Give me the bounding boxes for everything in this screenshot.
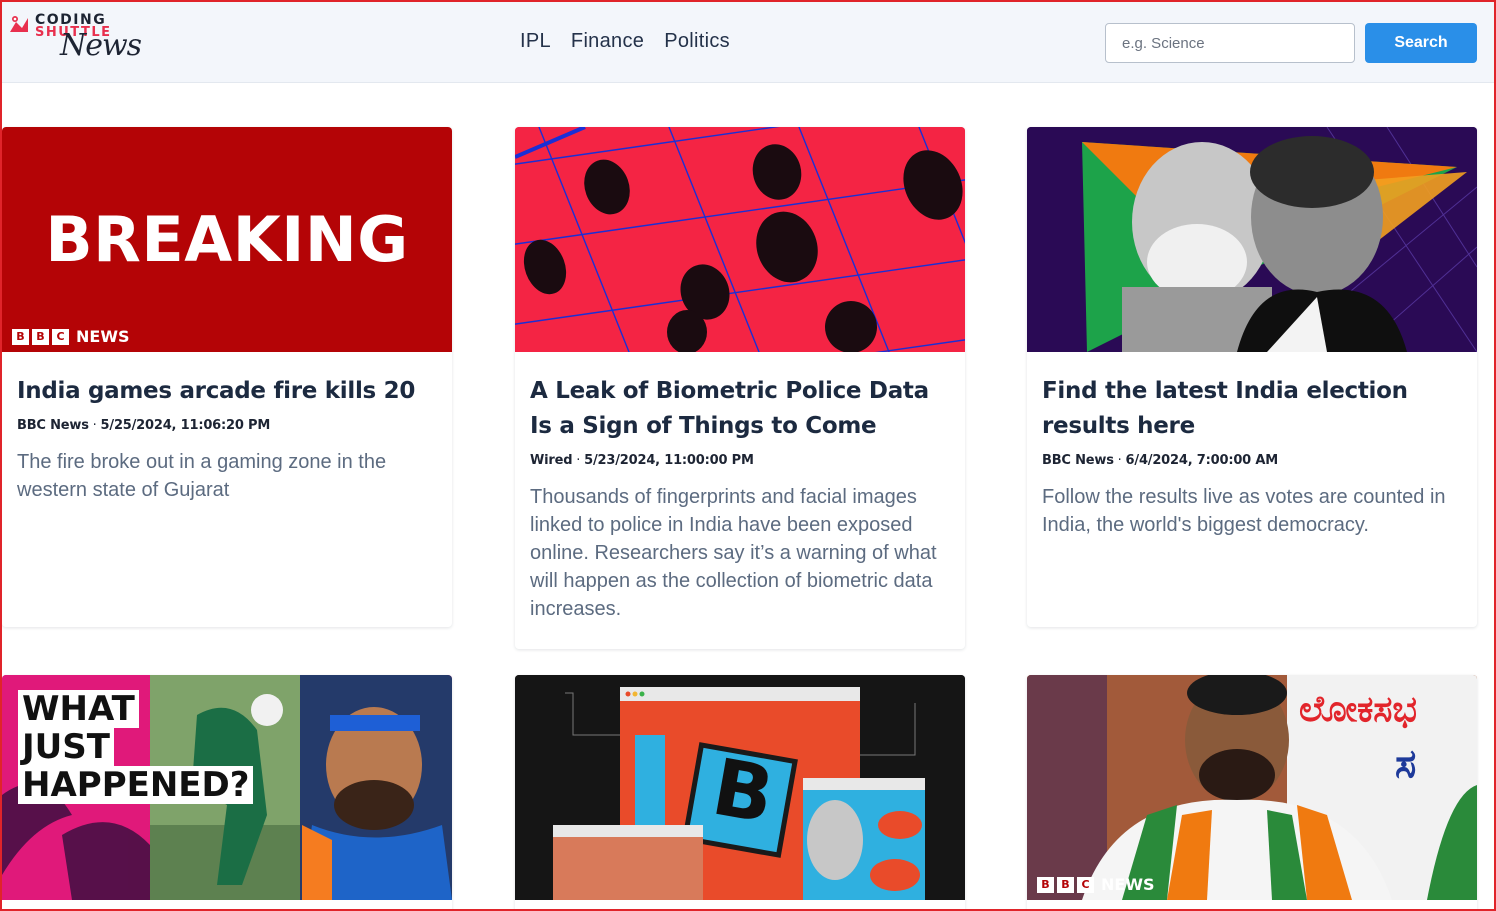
bbc-letter: C — [52, 328, 69, 345]
article-meta: Wired · 5/23/2024, 11:00:00 PM — [530, 453, 754, 468]
article-image — [1027, 127, 1477, 352]
article-title[interactable]: Find the latest India election results h… — [1042, 374, 1462, 444]
article-image: BREAKING B B C NEWS — [2, 127, 452, 352]
article-image: WHAT JUST HAPPENED? — [2, 675, 452, 900]
article-source: BBC News — [17, 418, 89, 433]
news-card[interactable]: A Leak of Biometric Police Data Is a Sig… — [515, 127, 965, 649]
article-date: 5/23/2024, 11:00:00 PM — [584, 453, 754, 468]
banner-text: ಸ — [1395, 741, 1417, 787]
election-leaders-image — [1027, 127, 1477, 352]
article-source: Wired — [530, 453, 573, 468]
article-meta: BBC News · 5/25/2024, 11:06:20 PM — [17, 418, 271, 433]
search-button[interactable]: Search — [1365, 23, 1477, 63]
article-image: ಲೋಕಸಭ ಸ B B C NEWS — [1027, 675, 1477, 900]
article-title[interactable]: A Leak of Biometric Police Data Is a Sig… — [530, 374, 950, 444]
bbc-letter: C — [1077, 876, 1094, 893]
bbc-letter: B — [32, 328, 49, 345]
main-nav: IPL Finance Politics — [520, 30, 730, 53]
article-image: B — [515, 675, 965, 900]
nav-item-finance[interactable]: Finance — [571, 30, 644, 53]
article-meta: BBC News · 6/4/2024, 7:00:00 AM — [1042, 453, 1279, 468]
logo-script: News — [60, 28, 142, 63]
card-body: A Leak of Biometric Police Data Is a Sig… — [515, 352, 965, 639]
nav-item-politics[interactable]: Politics — [664, 30, 730, 53]
nav-item-ipl[interactable]: IPL — [520, 30, 551, 53]
headline-tag: WHAT — [18, 690, 139, 728]
banner-text: ಲೋಕಸಭ — [1299, 689, 1418, 730]
article-date: 6/4/2024, 7:00:00 AM — [1125, 453, 1279, 468]
bbc-news-logo: B B C NEWS — [12, 327, 130, 346]
article-description: Thousands of fingerprints and facial ima… — [530, 486, 937, 620]
article-title[interactable]: India games arcade fire kills 20 — [17, 374, 437, 409]
bbc-letter: B — [1037, 876, 1054, 893]
article-description: The fire broke out in a gaming zone in t… — [17, 451, 387, 501]
site-logo[interactable]: CODING SHUTTLE News — [2, 8, 162, 70]
breaking-text: BREAKING — [45, 203, 409, 276]
bbc-news-word: NEWS — [76, 327, 130, 346]
article-source: BBC News — [1042, 453, 1114, 468]
site-header: CODING SHUTTLE News IPL Finance Politics… — [2, 2, 1494, 83]
bbc-news-logo: B B C NEWS — [1037, 875, 1155, 894]
fingerprint-grid-image — [515, 127, 965, 352]
card-body: Find the latest India election results h… — [1027, 352, 1477, 555]
headline-tag: HAPPENED? — [18, 766, 254, 804]
card-body: India games arcade fire kills 20 BBC New… — [2, 352, 452, 520]
news-card[interactable]: B — [515, 675, 965, 911]
headline-tag: JUST — [18, 728, 114, 766]
logo-mark-icon — [10, 16, 28, 32]
bbc-news-word: NEWS — [1101, 875, 1155, 894]
article-description: Follow the results live as votes are cou… — [1042, 486, 1446, 536]
article-date: 5/25/2024, 11:06:20 PM — [100, 418, 271, 433]
news-card[interactable]: ಲೋಕಸಭ ಸ B B C NEWS — [1027, 675, 1477, 911]
search-input[interactable] — [1105, 23, 1355, 63]
bbc-letter: B — [12, 328, 29, 345]
news-card[interactable]: BREAKING B B C NEWS India games arcade f… — [2, 127, 452, 627]
article-image — [515, 127, 965, 352]
news-card[interactable]: Find the latest India election results h… — [1027, 127, 1477, 627]
news-card[interactable]: WHAT JUST HAPPENED? — [2, 675, 452, 911]
bbc-letter: B — [1057, 876, 1074, 893]
brand-letter: B — [705, 742, 781, 842]
